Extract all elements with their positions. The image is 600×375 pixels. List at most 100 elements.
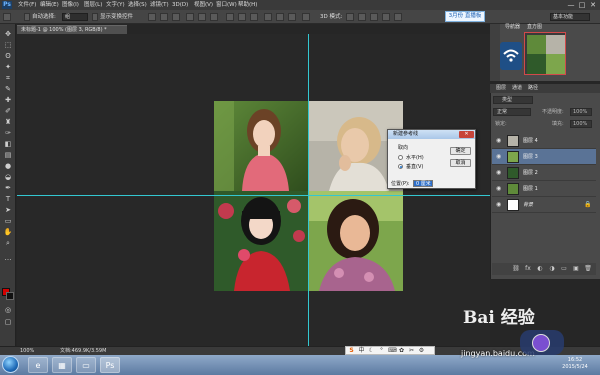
start-button[interactable] [2,356,19,373]
assistant-avatar-icon[interactable] [532,334,550,352]
zoom-tool-icon[interactable]: ⌕ [3,239,13,247]
move-tool-icon[interactable]: ✥ [3,30,13,38]
distribute-center-icon[interactable] [276,13,284,21]
horizontal-radio[interactable] [398,155,403,160]
dialog-close-button[interactable]: ✕ [459,131,474,138]
pen-tool-icon[interactable]: ✒ [3,184,13,192]
ime-skin-icon[interactable]: ✿ [398,347,405,354]
background-color-swatch[interactable] [6,292,14,300]
dodge-tool-icon[interactable]: ◒ [3,173,13,181]
minimize-button[interactable]: — [566,1,576,9]
ime-keyboard-icon[interactable]: ⌨ [388,347,397,354]
ime-punct-icon[interactable]: ° [378,347,385,354]
position-input[interactable]: 0 厘米 [413,180,433,187]
delete-layer-icon[interactable]: 🗑 [584,265,592,273]
opacity-input[interactable]: 100% [570,108,592,116]
distribute-top-icon[interactable] [226,13,234,21]
history-brush-icon[interactable]: ✑ [3,129,13,137]
align-right-icon[interactable] [210,13,218,21]
taskbar-folder-icon[interactable]: ▭ [76,357,96,373]
align-bottom-icon[interactable] [172,13,180,21]
auto-select-dropdown[interactable]: 组 [62,13,88,21]
rotate-3d-icon[interactable] [346,13,354,21]
tab-channels[interactable]: 通道 [512,85,522,92]
align-left-icon[interactable] [186,13,194,21]
layer-row-3[interactable]: ◉ 图层 3 [492,149,596,165]
menu-3d[interactable]: 3D(D) [172,1,188,9]
visibility-eye-icon[interactable]: ◉ [496,185,501,193]
show-transform-checkbox[interactable] [92,13,98,21]
gradient-tool-icon[interactable]: ▤ [3,151,13,159]
sogou-ime-icon[interactable]: S [348,347,355,354]
menu-view[interactable]: 视图(V) [194,1,213,9]
menu-file[interactable]: 文件(F) [18,1,36,9]
taskbar-photoshop-icon[interactable]: Ps [100,357,120,373]
ime-settings-icon[interactable]: ⚙ [418,347,425,354]
workspace-dropdown[interactable]: 基本功能 [550,13,590,21]
slide-3d-icon[interactable] [382,13,390,21]
taskbar-explorer-icon[interactable]: ▦ [52,357,72,373]
layer-filter-dropdown[interactable]: 类型 [493,96,533,104]
promo-badge[interactable]: 3月份 直播板 [445,11,485,22]
menu-help[interactable]: 帮助(H) [238,1,257,9]
menu-window[interactable]: 窗口(W) [216,1,237,9]
blur-tool-icon[interactable]: ● [3,162,13,170]
eyedropper-icon[interactable]: ✎ [3,85,13,93]
shape-tool-icon[interactable]: ▭ [3,217,13,225]
brush-tool-icon[interactable]: ✐ [3,107,13,115]
ime-mode-icon[interactable]: 中 [358,347,365,354]
roll-3d-icon[interactable] [358,13,366,21]
path-select-icon[interactable]: ➤ [3,206,13,214]
layer-row-background[interactable]: ◉ 背景 🔒 [492,197,596,213]
visibility-eye-icon[interactable]: ◉ [496,169,501,177]
visibility-eye-icon[interactable]: ◉ [496,153,501,161]
blend-mode-dropdown[interactable]: 正常 [493,108,531,116]
fill-input[interactable]: 100% [570,120,592,128]
guide-horizontal[interactable] [17,195,490,196]
drag-3d-icon[interactable] [370,13,378,21]
menu-filter[interactable]: 滤镜(T) [150,1,169,9]
photo-top-left[interactable] [214,101,309,191]
photo-bottom-right[interactable] [309,191,403,291]
magic-wand-icon[interactable]: ✦ [3,63,13,71]
adjustment-layer-icon[interactable]: ◑ [548,265,556,273]
document-tab[interactable]: 未标题-1 @ 100% (图层 3, RGB/8) * [17,25,127,34]
cancel-button[interactable]: 取消 [450,159,471,167]
tab-navigator[interactable]: 导航器 [505,24,520,31]
tab-paths[interactable]: 路径 [528,85,538,92]
link-layers-icon[interactable]: ⛓ [512,265,520,273]
eraser-tool-icon[interactable]: ◧ [3,140,13,148]
ime-moon-icon[interactable]: ☾ [368,347,375,354]
crop-tool-icon[interactable]: ⌗ [3,74,13,82]
extra-tools-icon[interactable]: … [3,254,13,262]
menu-edit[interactable]: 编辑(E) [40,1,59,9]
ime-tools-icon[interactable]: ✂ [408,347,415,354]
maximize-button[interactable]: □ [577,1,587,9]
navigator-thumbnail[interactable] [524,32,566,75]
visibility-eye-icon[interactable]: ◉ [496,137,501,145]
type-tool-icon[interactable]: T [3,195,13,203]
menu-type[interactable]: 文字(Y) [106,1,125,9]
tab-layers[interactable]: 图层 [496,85,506,92]
menu-layer[interactable]: 图层(L) [84,1,102,9]
align-top-icon[interactable] [148,13,156,21]
screen-mode-icon[interactable]: ▢ [3,318,13,326]
new-group-icon[interactable]: ▭ [560,265,568,273]
auto-align-icon[interactable] [302,13,310,21]
distribute-left-icon[interactable] [264,13,272,21]
close-button[interactable]: ✕ [588,1,598,9]
layer-row-2[interactable]: ◉ 图层 2 [492,165,596,181]
layer-mask-icon[interactable]: ◐ [536,265,544,273]
taskbar-ie-icon[interactable]: e [28,357,48,373]
align-center-icon[interactable] [198,13,206,21]
vertical-radio[interactable] [398,164,403,169]
lasso-tool-icon[interactable]: ʘ [3,52,13,60]
marquee-tool-icon[interactable]: ⬚ [3,41,13,49]
photo-bottom-left[interactable] [214,191,309,291]
visibility-eye-icon[interactable]: ◉ [496,201,501,209]
distribute-middle-icon[interactable] [238,13,246,21]
ok-button[interactable]: 确定 [450,147,471,155]
tab-histogram[interactable]: 直方图 [527,24,542,31]
clone-stamp-icon[interactable]: ♜ [3,118,13,126]
zoom-level[interactable]: 100% [20,348,34,354]
